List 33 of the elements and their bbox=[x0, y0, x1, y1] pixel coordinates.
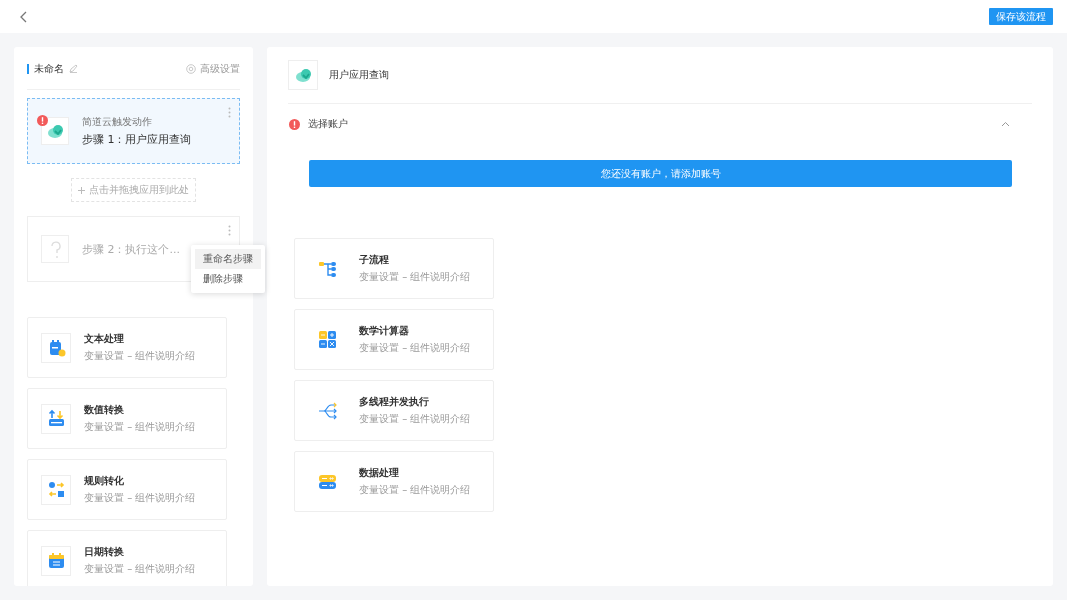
menu-item[interactable]: 删除步骤 bbox=[195, 269, 261, 289]
component-description: 变量设置 – 组件说明介绍 bbox=[359, 341, 471, 355]
component-description: 变量设置 – 组件说明介绍 bbox=[359, 270, 471, 284]
component-title: 规则转化 bbox=[84, 474, 125, 488]
component-title: 数值转换 bbox=[84, 403, 125, 417]
component-title: 文本处理 bbox=[84, 332, 125, 346]
component-description: 变量设置 – 组件说明介绍 bbox=[84, 562, 196, 576]
component-description: 变量设置 – 组件说明介绍 bbox=[84, 420, 196, 434]
step-title: 步骤 1：用户应用查询 bbox=[82, 132, 192, 147]
component-card[interactable]: 数学计算器 变量设置 – 组件说明介绍 bbox=[294, 309, 494, 370]
component-description: 变量设置 – 组件说明介绍 bbox=[359, 483, 471, 497]
component-card[interactable]: 子流程 变量设置 – 组件说明介绍 bbox=[294, 238, 494, 299]
component-title: 多线程并发执行 bbox=[359, 395, 430, 409]
step-card[interactable]: 简道云触发动作 步骤 1：用户应用查询 bbox=[27, 98, 240, 164]
flow-name: 未命名 bbox=[34, 61, 64, 76]
component-description: 变量设置 – 组件说明介绍 bbox=[84, 491, 196, 505]
step-subtitle: 简道云触发动作 bbox=[82, 115, 153, 129]
component-title: 数据处理 bbox=[359, 466, 400, 480]
component-title: 数学计算器 bbox=[359, 324, 410, 338]
component-card[interactable]: 数值转换 变量设置 – 组件说明介绍 bbox=[27, 388, 227, 449]
component-title: 日期转换 bbox=[84, 545, 125, 559]
component-card[interactable]: 多线程并发执行 变量设置 – 组件说明介绍 bbox=[294, 380, 494, 441]
app-title: 用户应用查询 bbox=[329, 68, 389, 82]
component-description: 变量设置 – 组件说明介绍 bbox=[84, 349, 196, 363]
component-card[interactable]: 数据处理 变量设置 – 组件说明介绍 bbox=[294, 451, 494, 512]
component-title: 子流程 bbox=[359, 253, 390, 267]
section-label: 选择账户 bbox=[308, 117, 348, 131]
component-card[interactable]: 文本处理 变量设置 – 组件说明介绍 bbox=[27, 317, 227, 378]
component-description: 变量设置 – 组件说明介绍 bbox=[359, 412, 471, 426]
step-title: 步骤 2：执行这个... bbox=[82, 241, 180, 257]
component-card[interactable]: 规则转化 变量设置 – 组件说明介绍 bbox=[27, 459, 227, 520]
component-card[interactable]: 日期转换 变量设置 – 组件说明介绍 bbox=[27, 530, 227, 586]
menu-item[interactable]: 重命名步骤 bbox=[195, 249, 261, 269]
